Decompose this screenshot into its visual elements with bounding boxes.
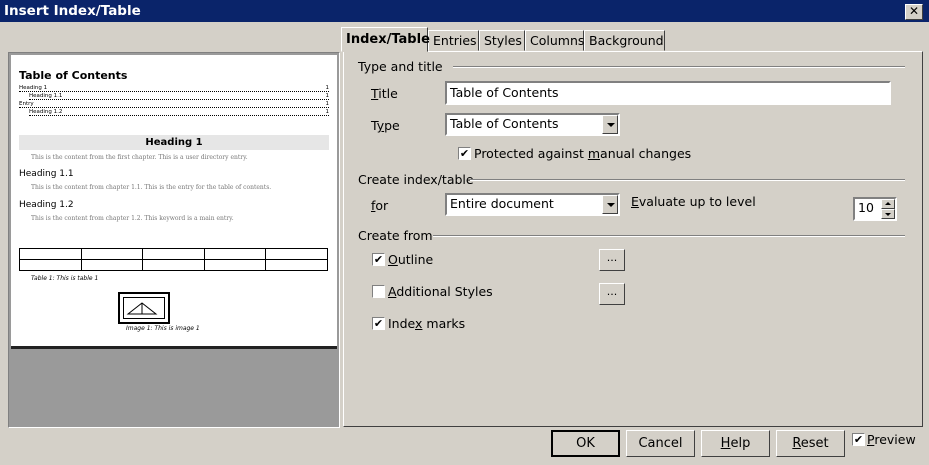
chevron-down-icon[interactable] xyxy=(602,195,618,214)
preview-heading-1-2: Heading 1.2 xyxy=(19,200,74,210)
protected-label-post: anual changes xyxy=(600,146,692,161)
cancel-button[interactable]: Cancel xyxy=(626,430,695,457)
title-label-text: itle xyxy=(378,86,398,101)
preview-toc-page: 1 xyxy=(325,101,330,107)
preview-toc-line: Heading 1.2 1 xyxy=(29,109,329,116)
help-mnemonic: H xyxy=(720,436,731,451)
evaluate-label-text: valuate up to level xyxy=(638,194,756,209)
outline-label: Outline xyxy=(388,252,433,267)
protected-label: Protected against manual changes xyxy=(474,146,691,161)
tab-entries[interactable]: Entries xyxy=(428,30,479,51)
type-label-text-rest: pe xyxy=(384,118,400,133)
index-marks-pre: Inde xyxy=(388,316,416,331)
outline-browse-button[interactable]: ... xyxy=(599,249,625,271)
preview-text-label: review xyxy=(874,432,916,447)
preview-toc-line: Entry 1 xyxy=(19,101,329,108)
level-spinner[interactable]: 10 xyxy=(853,197,897,221)
additional-styles-browse-button[interactable]: ... xyxy=(599,283,625,305)
outline-label-mnemonic: O xyxy=(388,252,398,267)
group-type-and-title: Type and title xyxy=(358,59,443,74)
tab-styles[interactable]: Styles xyxy=(479,30,525,51)
preview-toc-title: Table of Contents xyxy=(19,69,128,82)
preview-image-caption: Image 1: This is image 1 xyxy=(126,325,200,332)
evaluate-label-mnemonic: E xyxy=(631,194,639,209)
tab-background[interactable]: Background xyxy=(584,30,665,51)
preview-toc-entry: Heading 1.1 xyxy=(29,93,63,99)
preview-image xyxy=(118,292,170,324)
preview-text: This is the content from chapter 1.2. Th… xyxy=(31,215,234,222)
preview-toc-page: 1 xyxy=(325,93,330,99)
preview-toc-page: 1 xyxy=(325,85,330,91)
type-label: Type xyxy=(371,118,400,133)
scope-dropdown[interactable]: Entire document xyxy=(445,193,620,216)
evaluate-label: Evaluate up to level xyxy=(631,194,756,209)
type-dropdown[interactable]: Table of Contents xyxy=(445,113,620,136)
for-label-text: or xyxy=(375,198,389,213)
level-value: 10 xyxy=(858,200,874,215)
preview-heading-1: Heading 1 xyxy=(19,135,329,150)
preview-toc-entry: Heading 1 xyxy=(19,85,48,91)
preview-toc-entry: Entry xyxy=(19,101,34,107)
preview-page: Table of Contents Heading 1 1 Heading 1.… xyxy=(11,55,337,346)
picture-frame-icon xyxy=(123,297,165,319)
outline-label-text: utline xyxy=(397,252,434,267)
spin-up-icon[interactable] xyxy=(881,199,895,209)
title-bar: Insert Index/Table ✕ xyxy=(0,0,929,22)
preview-page-edge xyxy=(11,346,337,349)
reset-button[interactable]: Reset xyxy=(776,430,845,457)
protected-label-mnemonic: m xyxy=(587,146,601,161)
group-separator xyxy=(470,179,905,181)
group-create-from: Create from xyxy=(358,228,433,243)
scope-dropdown-value: Entire document xyxy=(450,196,554,211)
protected-checkbox[interactable]: ✔ xyxy=(458,147,471,160)
index-marks-post: marks xyxy=(422,316,466,331)
protected-label-pre: Protected against xyxy=(474,146,588,161)
index-marks-label: Index marks xyxy=(388,316,465,331)
window-title: Insert Index/Table xyxy=(4,3,141,19)
additional-styles-label: Additional Styles xyxy=(388,284,493,299)
preview-checkbox[interactable]: ✔ xyxy=(852,433,865,446)
ok-button[interactable]: OK xyxy=(551,430,620,457)
type-dropdown-value: Table of Contents xyxy=(450,116,559,131)
preview-pane: Table of Contents Heading 1 1 Heading 1.… xyxy=(8,52,340,428)
preview-heading-1-1: Heading 1.1 xyxy=(19,169,74,179)
outline-checkbox[interactable]: ✔ xyxy=(372,253,385,266)
reset-mnemonic: R xyxy=(792,436,801,451)
group-separator xyxy=(433,235,905,237)
tab-columns[interactable]: Columns xyxy=(525,30,584,51)
index-marks-checkbox[interactable]: ✔ xyxy=(372,317,385,330)
close-icon[interactable]: ✕ xyxy=(905,4,923,20)
preview-label: Preview xyxy=(867,432,916,447)
help-text: elp xyxy=(730,436,751,451)
preview-table xyxy=(19,248,328,271)
title-input[interactable]: Table of Contents xyxy=(445,81,891,105)
additional-styles-checkbox[interactable] xyxy=(372,285,385,298)
preview-toc-line: Heading 1 1 xyxy=(19,85,329,92)
chevron-down-icon[interactable] xyxy=(602,115,618,134)
help-button[interactable]: Help xyxy=(701,430,770,457)
group-create-index: Create index/table xyxy=(358,172,474,187)
title-label: Title xyxy=(371,86,398,101)
preview-text: This is the content from chapter 1.1. Th… xyxy=(31,184,272,191)
preview-toc-page: 1 xyxy=(325,109,330,115)
group-separator xyxy=(453,66,905,68)
preview-toc-entry: Heading 1.2 xyxy=(29,109,63,115)
for-label: for xyxy=(371,198,388,213)
spin-down-icon[interactable] xyxy=(881,209,895,219)
reset-text: eset xyxy=(800,436,829,451)
preview-text: This is the content from the first chapt… xyxy=(31,154,248,161)
preview-table-caption: Table 1: This is table 1 xyxy=(31,275,99,282)
tab-index-table[interactable]: Index/Table xyxy=(341,27,430,52)
preview-toc-line: Heading 1.1 1 xyxy=(29,93,329,100)
additional-styles-text: dditional Styles xyxy=(396,284,493,299)
